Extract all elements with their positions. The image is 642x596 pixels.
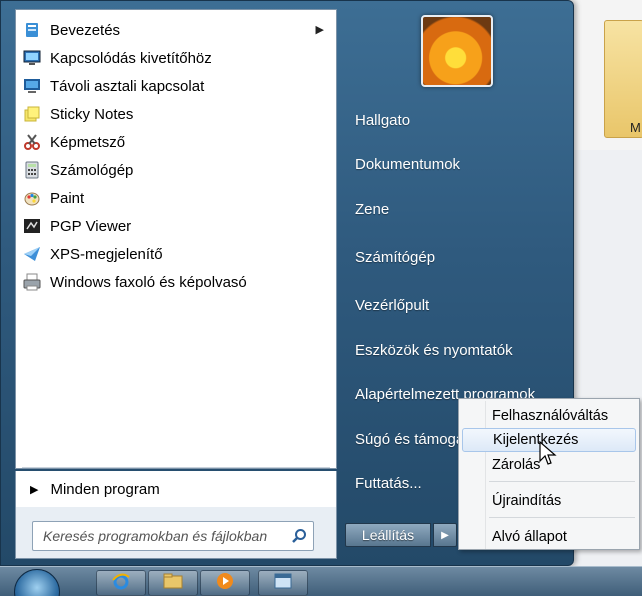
programs-panel: Bevezetés ▶ Kapcsolódás kivetítőhöz Távo… (15, 9, 337, 469)
submenu-arrow-icon: ▶ (315, 24, 324, 36)
search-area (15, 507, 337, 559)
program-item-pgp-viewer[interactable]: PGP Viewer (16, 212, 336, 240)
xps-viewer-icon (22, 244, 42, 264)
program-item-snipping-tool[interactable]: Képmetsző (16, 128, 336, 156)
program-item-fax-scan[interactable]: Windows faxoló és képolvasó (16, 268, 336, 296)
snipping-tool-icon (22, 132, 42, 152)
mouse-cursor-icon (539, 441, 557, 465)
right-item-computer[interactable]: Számítógép (345, 242, 565, 272)
menu-item-restart[interactable]: Újraindítás (462, 489, 636, 513)
getting-started-icon (22, 20, 42, 40)
right-item-devices-printers[interactable]: Eszközök és nyomtatók (345, 335, 565, 365)
internet-explorer-icon (111, 571, 131, 595)
arrow-right-icon: ▶ (441, 529, 449, 541)
shutdown-options-button[interactable]: ▶ (433, 523, 457, 547)
taskbar-app-button[interactable] (258, 570, 308, 596)
calculator-icon (22, 160, 42, 180)
menu-item-sleep[interactable]: Alvó állapot (462, 525, 636, 549)
program-label: Kapcsolódás kivetítőhöz (50, 49, 212, 67)
programs-divider (22, 467, 330, 468)
paint-icon (22, 188, 42, 208)
all-programs-button[interactable]: ▶ Minden program (15, 471, 337, 507)
right-item-documents[interactable]: Dokumentumok (345, 149, 565, 179)
menu-separator (489, 481, 635, 482)
folder-icon (163, 572, 183, 594)
program-item-sticky-notes[interactable]: Sticky Notes (16, 100, 336, 128)
window-icon (273, 572, 293, 594)
program-item-paint[interactable]: Paint (16, 184, 336, 212)
media-player-icon (215, 571, 235, 595)
sticky-notes-icon (22, 104, 42, 124)
shutdown-options-menu: Felhasználóváltás Kijelentkezés Zárolás … (458, 398, 640, 550)
program-label: Sticky Notes (50, 105, 134, 123)
right-item-control-panel[interactable]: Vezérlőpult (345, 290, 565, 320)
program-item-calculator[interactable]: Számológép (16, 156, 336, 184)
program-list: Bevezetés ▶ Kapcsolódás kivetítőhöz Távo… (16, 16, 336, 296)
program-item-remote-desktop[interactable]: Távoli asztali kapcsolat (16, 72, 336, 100)
right-item-music[interactable]: Zene (345, 194, 565, 224)
all-programs-arrow-icon: ▶ (30, 483, 39, 496)
program-item-projector[interactable]: Kapcsolódás kivetítőhöz (16, 44, 336, 72)
program-label: Bevezetés (50, 21, 121, 39)
program-label: Paint (50, 189, 85, 207)
projector-icon (22, 48, 42, 68)
program-label: PGP Viewer (50, 217, 132, 235)
all-programs-label: Minden program (50, 480, 160, 498)
program-item-getting-started[interactable]: Bevezetés ▶ (16, 16, 336, 44)
remote-desktop-icon (22, 76, 42, 96)
pgp-viewer-icon (22, 216, 42, 236)
program-label: Távoli asztali kapcsolat (50, 77, 205, 95)
search-input[interactable] (43, 528, 283, 544)
program-label: Képmetsző (50, 133, 126, 151)
menu-item-switch-user[interactable]: Felhasználóváltás (462, 404, 636, 428)
program-item-xps-viewer[interactable]: XPS-megjelenítő (16, 240, 336, 268)
user-picture[interactable] (421, 15, 493, 87)
shutdown-button[interactable]: Leállítás (345, 523, 431, 547)
program-label: XPS-megjelenítő (50, 245, 163, 263)
taskbar-ie-button[interactable] (96, 570, 146, 596)
program-label: Számológép (50, 161, 134, 179)
search-icon[interactable] (291, 528, 307, 544)
taskbar-media-player-button[interactable] (200, 570, 250, 596)
fax-scan-icon (22, 272, 42, 292)
taskbar-explorer-button[interactable] (148, 570, 198, 596)
desktop-folder-label: M (630, 120, 641, 135)
program-label: Windows faxoló és képolvasó (50, 273, 247, 291)
menu-separator (489, 517, 635, 518)
search-box[interactable] (32, 521, 314, 551)
right-item-user-folder[interactable]: Hallgato (345, 105, 565, 135)
